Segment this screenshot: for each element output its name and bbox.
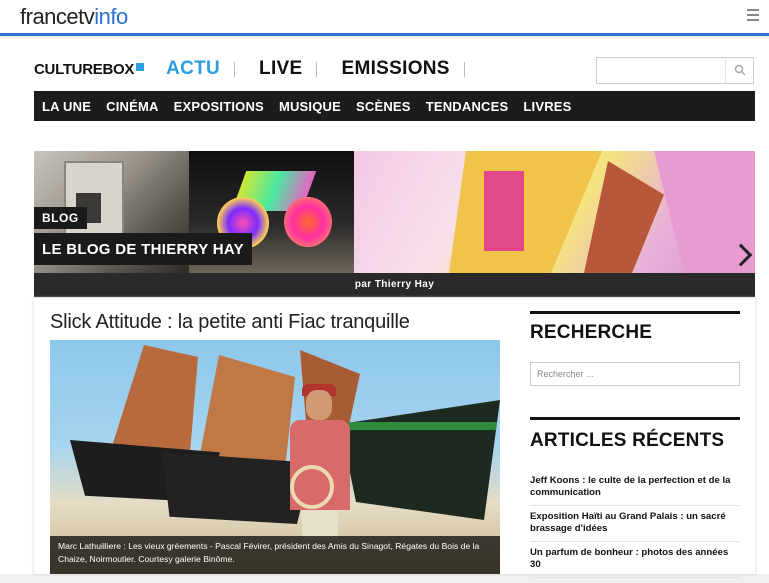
menu-icon[interactable] (747, 9, 759, 23)
main-content: Slick Attitude : la petite anti Fiac tra… (34, 298, 755, 578)
sidebar-search-input[interactable]: Rechercher ... (530, 362, 740, 386)
divider (530, 311, 740, 314)
nav-actu[interactable]: ACTU (166, 58, 220, 80)
list-item[interactable]: Exposition Haïti au Grand Palais : un sa… (530, 511, 740, 542)
search-heading: RECHERCHE (530, 322, 653, 343)
culturebox-logo[interactable]: CULTUREBOX (34, 61, 145, 78)
menu-item-livres[interactable]: LIVRES (523, 99, 571, 114)
search-button[interactable] (725, 58, 753, 83)
list-item[interactable]: Jeff Koons : le culte de la perfection e… (530, 475, 740, 506)
recent-articles-heading: ARTICLES RÉCENTS (530, 430, 725, 451)
menu-item-musique[interactable]: MUSIQUE (279, 99, 341, 114)
menu-item-tendances[interactable]: TENDANCES (426, 99, 509, 114)
nav-separator (234, 61, 236, 77)
search-icon (734, 64, 746, 76)
menu-item-expositions[interactable]: EXPOSITIONS (174, 99, 264, 114)
logo-part-1: francetv (20, 4, 95, 29)
article-title[interactable]: Slick Attitude : la petite anti Fiac tra… (50, 311, 410, 334)
nav-live[interactable]: LIVE (259, 58, 302, 80)
list-item[interactable]: Un parfum de bonheur : photos des années… (530, 547, 740, 578)
nav-separator (463, 61, 465, 77)
blog-tag: BLOG (34, 207, 87, 229)
blog-byline: par Thierry Hay (34, 273, 755, 297)
menu-item-la-une[interactable]: LA UNE (42, 99, 91, 114)
header-search-input[interactable] (597, 58, 725, 83)
menu-item-scenes[interactable]: SCÈNES (356, 99, 411, 114)
menu-item-cinema[interactable]: CINÉMA (106, 99, 158, 114)
recent-articles-list: Jeff Koons : le culte de la perfection e… (530, 475, 740, 583)
logo-part-2: info (94, 4, 128, 29)
section-menu: LA UNE CINÉMA EXPOSITIONS MUSIQUE SCÈNES… (34, 91, 755, 121)
francetvinfo-logo[interactable]: francetvinfo (20, 4, 128, 30)
page: CULTUREBOX ACTU LIVE EMISSIONS LA UNE CI… (0, 39, 769, 578)
article-photo: Marc Lathuilliere : Les vieux gréements … (50, 340, 500, 574)
blog-banner[interactable]: BLOG LE BLOG DE THIERRY HAY par Thierry … (34, 151, 755, 297)
brand-nav: CULTUREBOX ACTU LIVE EMISSIONS (34, 57, 465, 81)
header-search (596, 57, 754, 84)
photo-caption: Marc Lathuilliere : Les vieux gréements … (50, 536, 500, 574)
banner-image-painting (354, 151, 755, 273)
blog-title[interactable]: LE BLOG DE THIERRY HAY (34, 233, 252, 265)
divider (530, 417, 740, 420)
site-header: francetvinfo (0, 0, 769, 36)
nav-separator (316, 61, 318, 77)
culturebox-dot-icon (136, 62, 145, 71)
nav-emissions[interactable]: EMISSIONS (341, 58, 449, 80)
